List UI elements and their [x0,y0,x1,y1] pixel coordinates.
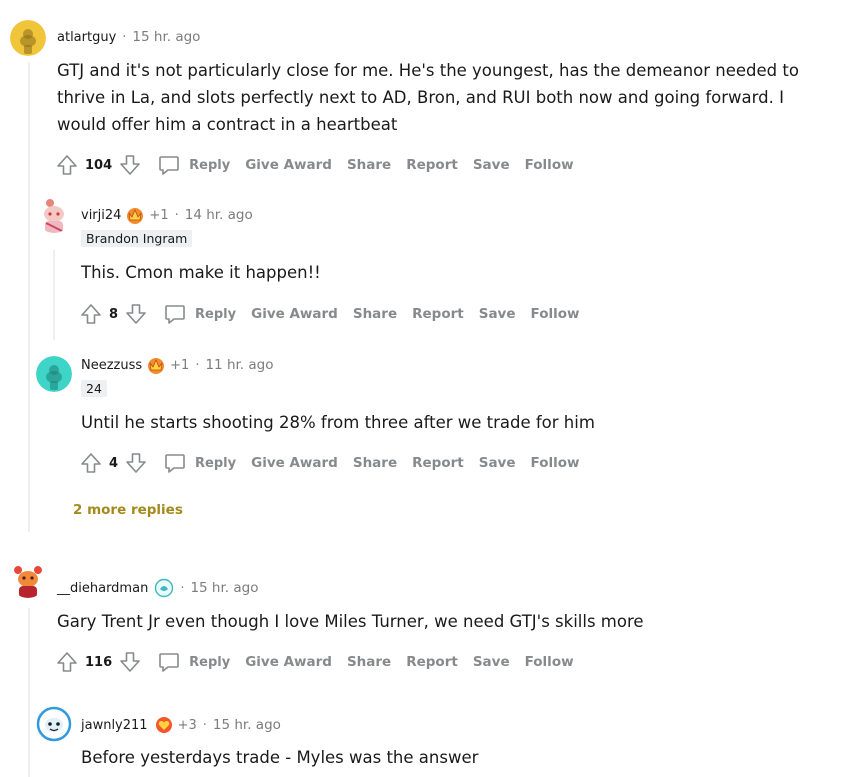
share-button[interactable]: Share [353,306,397,322]
thread-line-3[interactable] [28,608,30,777]
save-button[interactable]: Save [479,306,516,322]
vote-score: 8 [109,306,119,322]
comment-actions: 104 Reply Give Award Share Report Save F… [55,150,574,180]
comment-body: Before yesterdays trade - Myles was the … [81,748,479,767]
save-button[interactable]: Save [479,455,516,471]
follow-button[interactable]: Follow [525,157,574,173]
username[interactable]: virji24 [81,208,121,223]
comment-bubble-icon [165,454,185,473]
save-button[interactable]: Save [473,654,510,670]
give-award-button[interactable]: Give Award [245,157,332,173]
upvote-icon[interactable] [55,153,79,177]
reply-label: Reply [189,654,231,670]
comment-body: Gary Trent Jr even though I love Miles T… [57,612,644,631]
timestamp[interactable]: 15 hr. ago [190,580,258,596]
report-button[interactable]: Report [412,455,464,471]
give-award-button[interactable]: Give Award [251,455,338,471]
comment-actions: 8 Reply Give Award Share Report Save Fol… [79,299,579,329]
save-button[interactable]: Save [473,157,510,173]
comment-bubble-icon [159,653,179,672]
avatar[interactable] [36,356,72,392]
snoo-avatar-icon [10,20,46,56]
comment-actions: 116 Reply Give Award Share Report Save F… [55,647,574,677]
separator-dot: · [122,29,127,45]
separator-dot: · [195,357,200,373]
upvote-icon[interactable] [55,650,79,674]
follow-button[interactable]: Follow [531,455,580,471]
achievement-crown-icon[interactable] [125,205,145,225]
report-button[interactable]: Report [412,306,464,322]
username[interactable]: jawnly211 [81,718,148,733]
karma-count: +1 [170,357,190,373]
achievement-heart-icon[interactable] [154,715,174,735]
karma-count: +1 [149,207,169,223]
vote-score: 116 [85,654,113,670]
report-button[interactable]: Report [406,654,458,670]
comment-body: GTJ and it's not particularly close for … [57,61,799,134]
separator-dot: · [180,580,185,596]
vote-score: 104 [85,157,113,173]
avatar[interactable] [36,197,72,233]
comment-actions: 4 Reply Give Award Share Report Save Fol… [79,448,579,478]
upvote-icon[interactable] [79,302,103,326]
comment-meta: Neezzuss +1 · 11 hr. ago [81,355,274,375]
comment-meta: __diehardman · 15 hr. ago [57,578,258,598]
report-button[interactable]: Report [406,157,458,173]
follow-button[interactable]: Follow [531,306,580,322]
username[interactable]: __diehardman [57,581,148,596]
share-button[interactable]: Share [353,455,397,471]
downvote-icon[interactable] [124,302,148,326]
separator-dot: · [174,207,179,223]
avatar[interactable] [10,20,46,56]
give-award-button[interactable]: Give Award [251,306,338,322]
reply-button[interactable]: Reply [163,451,236,475]
vote-score: 4 [109,455,119,471]
comment-body: This. Cmon make it happen!! [81,263,321,282]
comment-meta: jawnly211 +3 · 15 hr. ago [81,715,281,735]
comment-bubble-icon [159,156,179,175]
user-flair: Brandon Ingram [81,230,193,247]
reply-label: Reply [195,306,237,322]
timestamp[interactable]: 15 hr. ago [132,29,200,45]
reply-label: Reply [195,455,237,471]
reply-button[interactable]: Reply [157,650,230,674]
username[interactable]: atlartguy [57,30,116,45]
thread-line-1[interactable] [28,62,30,532]
reply-button[interactable]: Reply [163,302,236,326]
karma-count: +3 [177,717,197,733]
downvote-icon[interactable] [124,451,148,475]
share-button[interactable]: Share [347,654,391,670]
more-replies-link[interactable]: 2 more replies [73,502,183,518]
user-flair: 24 [81,380,107,397]
reply-button[interactable]: Reply [157,153,230,177]
timestamp[interactable]: 14 hr. ago [185,207,253,223]
follow-button[interactable]: Follow [525,654,574,670]
username[interactable]: Neezzuss [81,358,142,373]
avatar[interactable] [10,562,46,598]
avatar[interactable] [36,706,72,742]
snoo-avatar-icon [44,199,64,233]
snoo-avatar-icon [36,706,72,742]
downvote-icon[interactable] [118,650,142,674]
timestamp[interactable]: 15 hr. ago [213,717,281,733]
achievement-badge-icon[interactable] [154,578,174,598]
give-award-button[interactable]: Give Award [245,654,332,670]
snoo-avatar-icon [36,356,72,392]
snoo-avatar-icon [14,566,42,598]
comment-meta: atlartguy · 15 hr. ago [57,29,200,45]
comment-bubble-icon [165,305,185,324]
timestamp[interactable]: 11 hr. ago [205,357,273,373]
downvote-icon[interactable] [118,153,142,177]
comment-meta: virji24 +1 · 14 hr. ago [81,205,253,225]
share-button[interactable]: Share [347,157,391,173]
upvote-icon[interactable] [79,451,103,475]
reply-label: Reply [189,157,231,173]
thread-line-2[interactable] [53,250,55,340]
separator-dot: · [202,717,207,733]
comment-body: Until he starts shooting 28% from three … [81,413,595,432]
achievement-crown-icon[interactable] [146,355,166,375]
